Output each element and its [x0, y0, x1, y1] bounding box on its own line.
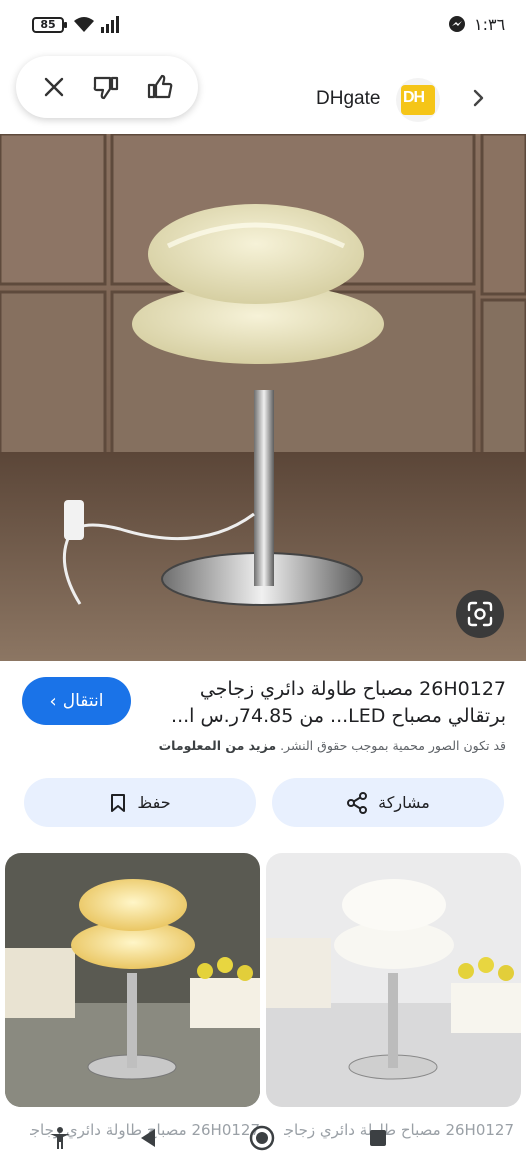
- home-icon: [249, 1125, 275, 1151]
- disclaimer-text: قد تكون الصور محمية بموجب حقوق النشر.: [280, 738, 506, 753]
- main-product-image[interactable]: [0, 134, 526, 661]
- feedback-pill: [16, 56, 198, 118]
- share-button[interactable]: مشاركة: [272, 778, 504, 827]
- battery-indicator: 85: [32, 17, 67, 33]
- thumbs-down-button[interactable]: [90, 71, 122, 103]
- signal-icon: [101, 16, 119, 33]
- accessibility-icon: [50, 1127, 70, 1149]
- chevron-left-icon: ‹: [49, 690, 57, 712]
- lit-lamp-photo: [5, 853, 260, 1107]
- close-button[interactable]: [38, 71, 70, 103]
- clock: ١:٣٦: [474, 15, 506, 34]
- source-logo[interactable]: DH: [396, 78, 440, 122]
- visit-button[interactable]: ‹ انتقال: [22, 677, 131, 725]
- product-title[interactable]: 26H0127 مصباح طاولة دائري زجاجي برتقالي …: [140, 676, 506, 730]
- title-line-2: برتقالي مصباح LED... من 74.85ر.س ا...: [171, 705, 506, 727]
- wifi-icon: [74, 17, 94, 32]
- dhgate-logo-icon: DH: [401, 85, 435, 115]
- close-icon: [44, 77, 64, 97]
- messenger-icon: [449, 16, 465, 32]
- back-button[interactable]: [134, 1124, 162, 1152]
- lamp-photo: [0, 134, 526, 661]
- white-lamp-photo: [266, 853, 521, 1107]
- chevron-right-icon[interactable]: [466, 86, 490, 110]
- lens-button[interactable]: [456, 590, 504, 638]
- save-button[interactable]: حفظ: [24, 778, 256, 827]
- thumbs-up-icon: [147, 74, 173, 99]
- related-caption-right[interactable]: 26H0127 مصباح طاولة دائري زجاجي: [284, 1121, 514, 1139]
- thumbs-down-icon: [93, 76, 119, 100]
- copyright-disclaimer: قد تكون الصور محمية بموجب حقوق النشر. مز…: [140, 738, 506, 753]
- accessibility-button[interactable]: [46, 1124, 74, 1152]
- thumbs-up-button[interactable]: [144, 71, 176, 103]
- recents-icon: [370, 1130, 386, 1146]
- related-image-white-lamp[interactable]: [266, 853, 521, 1107]
- related-image-lit-lamp[interactable]: [5, 853, 260, 1107]
- status-bar: 85 ١:٣٦: [0, 0, 526, 48]
- more-info-link[interactable]: مزيد من المعلومات: [159, 738, 276, 753]
- share-icon: [347, 791, 368, 814]
- home-button[interactable]: [248, 1124, 276, 1152]
- source-name[interactable]: DHgate: [316, 88, 380, 110]
- title-line-1: 26H0127 مصباح طاولة دائري زجاجي: [199, 678, 506, 700]
- bookmark-icon: [111, 793, 126, 812]
- google-lens-icon: [467, 601, 493, 627]
- recents-button[interactable]: [364, 1124, 392, 1152]
- back-icon: [141, 1129, 155, 1147]
